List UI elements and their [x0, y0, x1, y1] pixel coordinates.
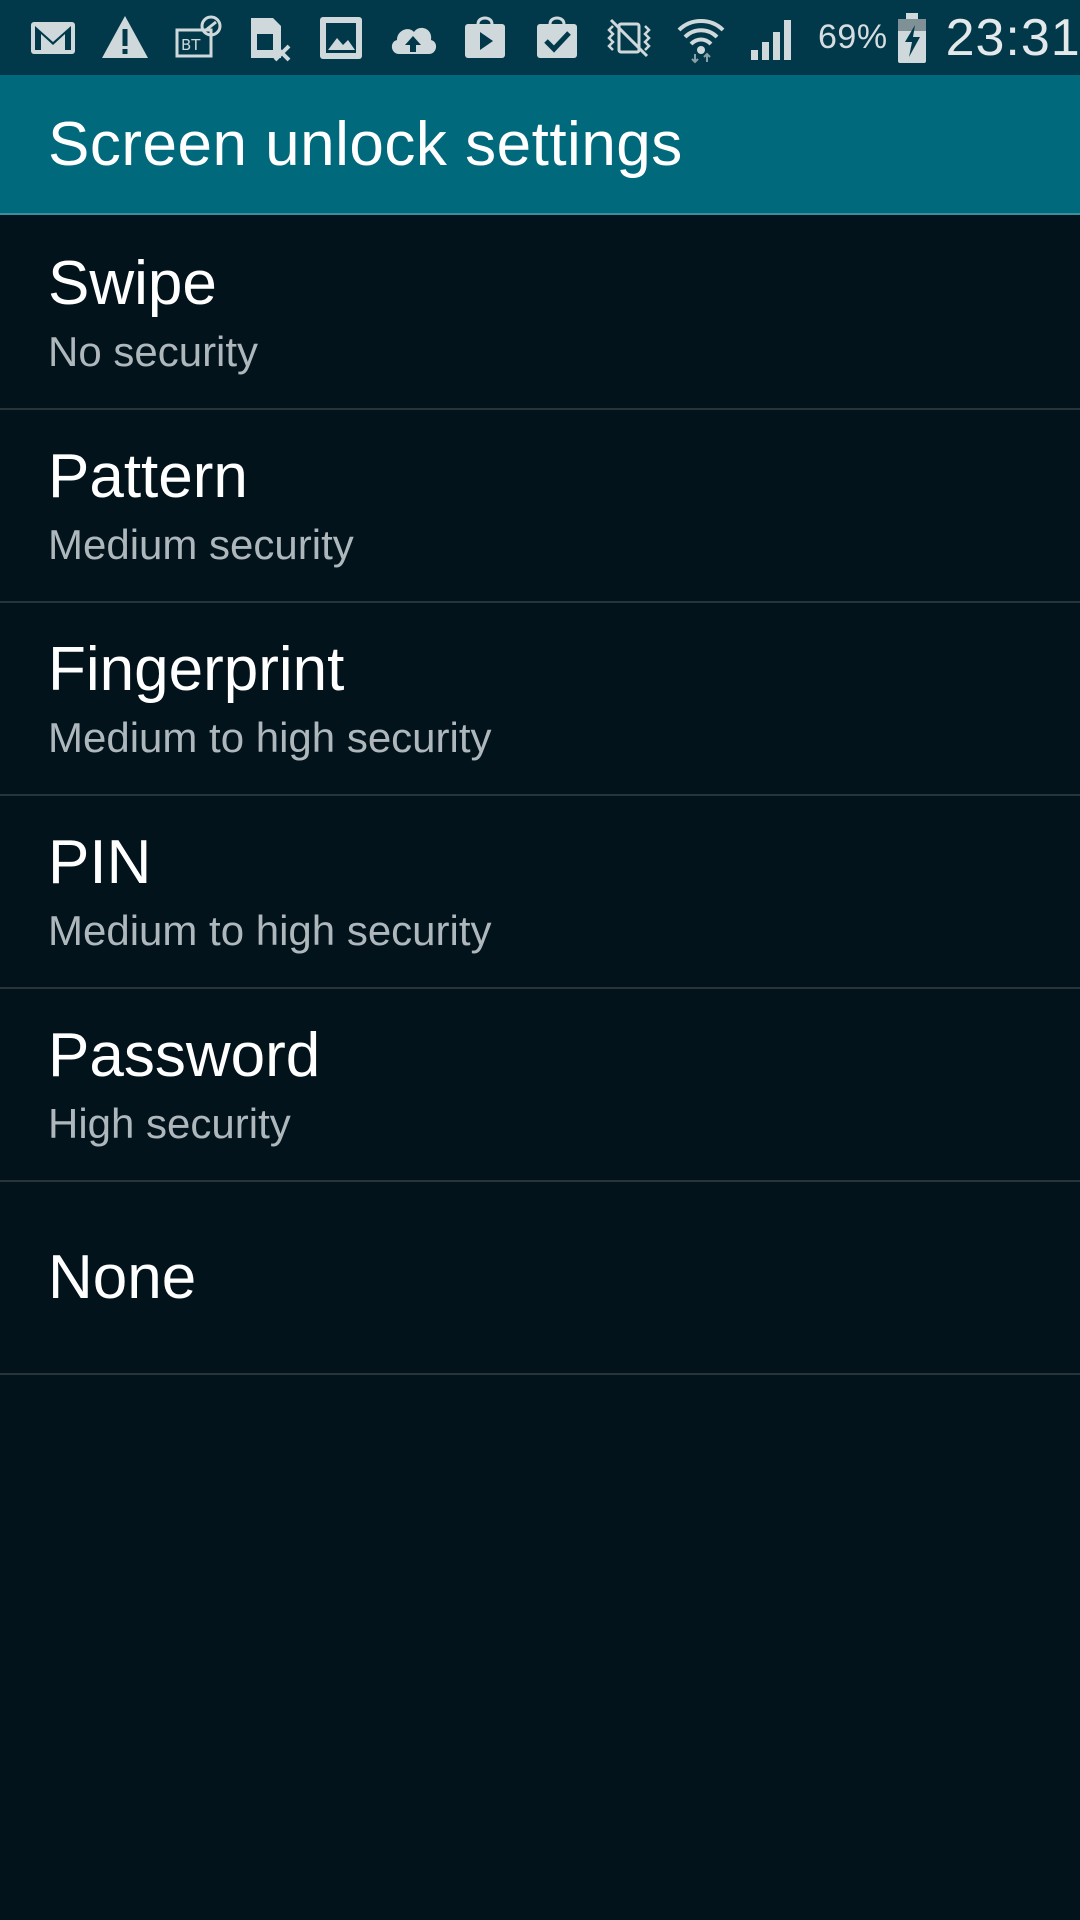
play-store-icon: [458, 11, 512, 65]
cloud-upload-icon: [386, 11, 440, 65]
shopping-bag-check-icon: [530, 11, 584, 65]
battery-percent: 69%: [818, 18, 888, 56]
option-subtitle: Medium to high security: [48, 906, 492, 954]
option-title: Pattern: [48, 441, 248, 511]
option-title: Swipe: [48, 248, 217, 318]
option-title: Password: [48, 1020, 321, 1090]
option-pin[interactable]: PIN Medium to high security: [0, 796, 1080, 989]
page-title: Screen unlock settings: [48, 109, 683, 179]
clock: 23:31: [945, 8, 1080, 67]
warning-icon: [98, 11, 152, 65]
vibrate-mute-icon: [602, 11, 656, 65]
sim-blocked-icon: [242, 11, 296, 65]
wifi-icon: [674, 11, 728, 65]
status-right: 69% 23:31: [818, 8, 1080, 68]
option-subtitle: Medium security: [48, 520, 354, 568]
svg-text:BT: BT: [181, 36, 201, 54]
unlock-options-list: Swipe No security Pattern Medium securit…: [0, 217, 1080, 1375]
signal-icon: [746, 11, 800, 65]
option-title: PIN: [48, 827, 152, 897]
option-password[interactable]: Password High security: [0, 989, 1080, 1182]
battery-charging-icon: [896, 11, 928, 65]
option-subtitle: High security: [48, 1099, 291, 1147]
option-swipe[interactable]: Swipe No security: [0, 217, 1080, 410]
sim-icon: BT: [170, 11, 224, 65]
option-title: None: [48, 1242, 197, 1312]
gmail-icon: [26, 11, 80, 65]
notification-icons: BT: [26, 11, 818, 65]
option-subtitle: No security: [48, 327, 259, 375]
gallery-icon: [314, 11, 368, 65]
option-pattern[interactable]: Pattern Medium security: [0, 410, 1080, 603]
screen: BT 69% 23:31 Screen unlock settings Swip…: [0, 0, 1080, 1920]
status-bar: BT 69% 23:31: [0, 0, 1080, 75]
option-title: Fingerprint: [48, 634, 345, 704]
option-subtitle: Medium to high security: [48, 713, 492, 761]
option-fingerprint[interactable]: Fingerprint Medium to high security: [0, 603, 1080, 796]
option-none[interactable]: None: [0, 1182, 1080, 1375]
action-bar: Screen unlock settings: [0, 75, 1080, 215]
